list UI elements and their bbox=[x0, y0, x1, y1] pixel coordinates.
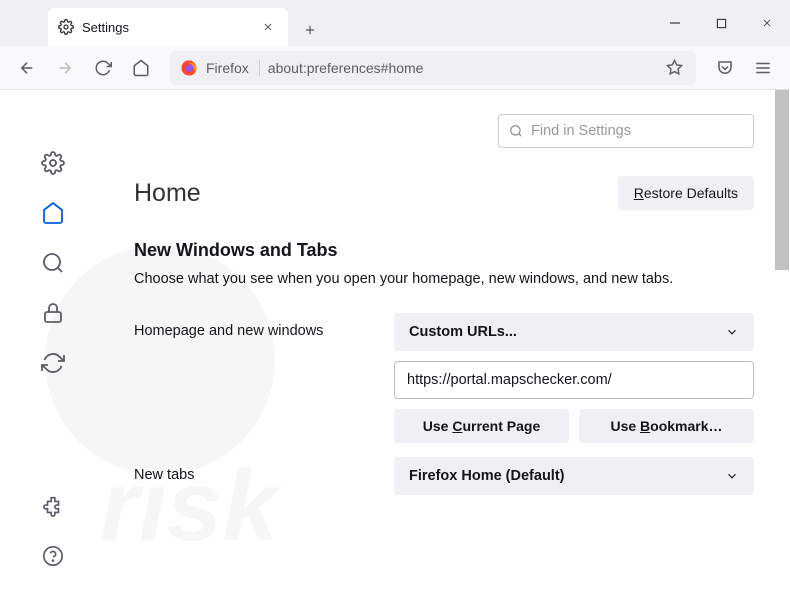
newtabs-mode-value: Firefox Home (Default) bbox=[409, 468, 565, 484]
sidebar-help-icon[interactable] bbox=[40, 543, 66, 569]
pocket-icon[interactable] bbox=[708, 51, 742, 85]
firefox-icon bbox=[180, 59, 198, 77]
identity-label: Firefox bbox=[206, 60, 260, 76]
homepage-mode-select[interactable]: Custom URLs... bbox=[394, 313, 754, 351]
section-title: New Windows and Tabs bbox=[134, 240, 754, 261]
settings-search-input[interactable] bbox=[531, 123, 743, 139]
page-title: Home bbox=[134, 179, 201, 208]
gear-icon bbox=[58, 19, 74, 35]
newtabs-label: New tabs bbox=[134, 457, 394, 483]
forward-button[interactable] bbox=[48, 51, 82, 85]
bookmark-star-icon[interactable] bbox=[662, 56, 686, 80]
sidebar bbox=[0, 90, 106, 589]
maximize-button[interactable] bbox=[698, 5, 744, 41]
tab-title: Settings bbox=[74, 20, 258, 35]
homepage-mode-value: Custom URLs... bbox=[409, 324, 517, 340]
search-icon bbox=[509, 124, 523, 138]
sidebar-search-icon[interactable] bbox=[40, 250, 66, 276]
sidebar-general-icon[interactable] bbox=[40, 150, 66, 176]
new-tab-button[interactable] bbox=[294, 14, 326, 46]
use-bookmark-button[interactable]: Use Bookmark… bbox=[579, 409, 754, 443]
chevron-down-icon bbox=[725, 325, 739, 339]
back-button[interactable] bbox=[10, 51, 44, 85]
restore-defaults-button[interactable]: Restore Defaults bbox=[618, 176, 754, 210]
app-menu-icon[interactable] bbox=[746, 51, 780, 85]
close-icon[interactable] bbox=[258, 17, 278, 37]
url-text: about:preferences#home bbox=[268, 60, 654, 76]
newtabs-mode-select[interactable]: Firefox Home (Default) bbox=[394, 457, 754, 495]
title-bar: Settings bbox=[0, 0, 790, 46]
tabs-region: Settings bbox=[0, 0, 326, 46]
tab-settings[interactable]: Settings bbox=[48, 8, 288, 46]
homepage-url-input[interactable] bbox=[394, 361, 754, 399]
use-current-page-button[interactable]: Use Current Page bbox=[394, 409, 569, 443]
home-button[interactable] bbox=[124, 51, 158, 85]
sidebar-sync-icon[interactable] bbox=[40, 350, 66, 376]
minimize-button[interactable] bbox=[652, 5, 698, 41]
close-window-button[interactable] bbox=[744, 5, 790, 41]
chevron-down-icon bbox=[725, 469, 739, 483]
homepage-label: Homepage and new windows bbox=[134, 313, 394, 339]
sidebar-privacy-icon[interactable] bbox=[40, 300, 66, 326]
url-bar[interactable]: Firefox about:preferences#home bbox=[170, 51, 696, 85]
section-description: Choose what you see when you open your h… bbox=[134, 271, 754, 287]
window-controls bbox=[652, 5, 790, 41]
sidebar-home-icon[interactable] bbox=[40, 200, 66, 226]
main-panel: Home Restore Defaults New Windows and Ta… bbox=[106, 90, 790, 589]
toolbar: Firefox about:preferences#home bbox=[0, 46, 790, 90]
settings-search-box[interactable] bbox=[498, 114, 754, 148]
sidebar-extensions-icon[interactable] bbox=[40, 493, 66, 519]
reload-button[interactable] bbox=[86, 51, 120, 85]
